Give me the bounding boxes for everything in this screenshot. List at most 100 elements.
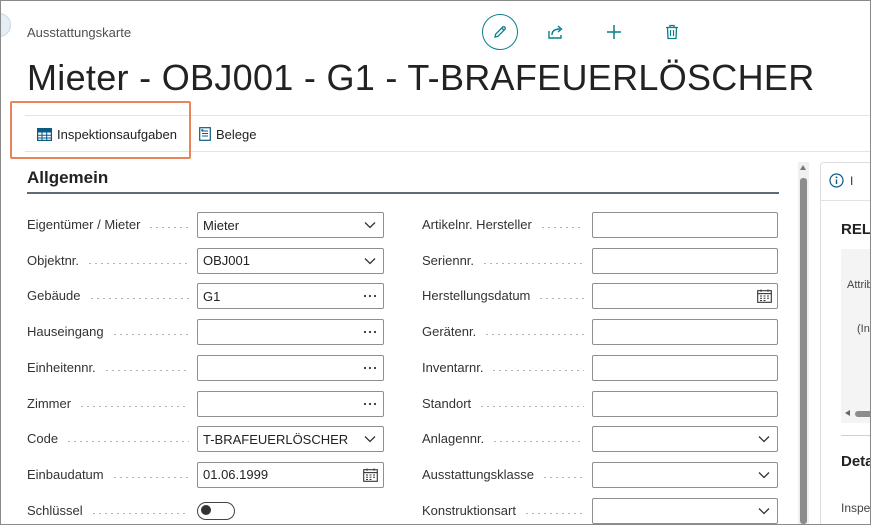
input-anlagennr[interactable] bbox=[592, 426, 778, 453]
trash-icon bbox=[666, 24, 678, 40]
factbox-inspection-label: Inspe bbox=[841, 501, 871, 515]
input-hauseingang[interactable] bbox=[197, 319, 384, 346]
dropdown-button[interactable] bbox=[751, 427, 777, 451]
chevron-down-icon bbox=[364, 257, 376, 265]
inspektionsaufgaben-button[interactable]: Inspektionsaufgaben bbox=[37, 116, 177, 152]
field-row-eigentuemer-mieter: Eigentümer / Mieter Mieter bbox=[27, 212, 384, 238]
field-row-hauseingang: Hauseingang bbox=[27, 319, 384, 346]
field-label-eigentuemer-mieter: Eigentümer / Mieter bbox=[27, 217, 141, 232]
vertical-scrollbar[interactable] bbox=[798, 162, 809, 524]
inspektionsaufgaben-label: Inspektionsaufgaben bbox=[57, 126, 177, 142]
input-inventarnr[interactable] bbox=[592, 354, 778, 381]
field-label-gebaeude: Gebäude bbox=[27, 288, 81, 304]
lookup-ellipsis-icon bbox=[363, 402, 377, 405]
chevron-down-icon bbox=[364, 222, 376, 229]
chevron-down-icon bbox=[364, 436, 376, 443]
field-label-herstellungsdatum: Herstellungsdatum bbox=[422, 288, 531, 304]
lookup-button[interactable] bbox=[357, 356, 383, 380]
input-code[interactable]: T-BRAFEUERLÖSCHER bbox=[197, 426, 384, 453]
field-label-objektnr: Objektnr. bbox=[27, 252, 80, 268]
field-label-inventarnr: Inventarnr. bbox=[422, 359, 484, 375]
input-herstellungsdatum[interactable] bbox=[592, 283, 778, 310]
factbox-tab-label: I bbox=[850, 173, 854, 188]
field-row-standort: Standort bbox=[422, 390, 778, 417]
scroll-left-icon[interactable] bbox=[845, 410, 850, 416]
chevron-down-icon bbox=[758, 436, 770, 443]
field-label-geraetenr: Gerätenr. bbox=[422, 324, 477, 340]
leader-dots bbox=[542, 476, 584, 478]
leader-dots bbox=[484, 334, 584, 336]
edit-button[interactable] bbox=[482, 14, 518, 50]
field-label-einheitennr: Einheitennr. bbox=[27, 359, 96, 375]
table-grid-icon bbox=[37, 127, 52, 141]
scroll-up-icon[interactable] bbox=[800, 165, 806, 170]
dropdown-button[interactable] bbox=[751, 499, 777, 523]
field-row-inventarnr: Inventarnr. bbox=[422, 354, 778, 381]
leader-dots bbox=[104, 369, 189, 371]
field-label-hauseingang: Hauseingang bbox=[27, 324, 104, 340]
input-seriennr[interactable] bbox=[592, 247, 778, 274]
plus-icon bbox=[607, 25, 621, 39]
dropdown-button[interactable] bbox=[357, 249, 383, 273]
leader-dots bbox=[79, 405, 189, 407]
date-picker-button[interactable] bbox=[751, 284, 777, 308]
lookup-ellipsis-icon bbox=[363, 295, 377, 298]
input-artikelnr-hersteller[interactable] bbox=[592, 212, 778, 238]
input-einheitennr[interactable] bbox=[197, 354, 384, 381]
input-value-objektnr: OBJ001 bbox=[203, 253, 250, 269]
leader-dots bbox=[492, 441, 584, 443]
new-button[interactable] bbox=[596, 14, 632, 50]
factbox-scrollbar-thumb[interactable] bbox=[855, 411, 870, 417]
leader-dots bbox=[538, 298, 584, 300]
input-value-gebaeude: G1 bbox=[203, 288, 221, 304]
input-gebaeude[interactable]: G1 bbox=[197, 283, 384, 310]
dropdown-button[interactable] bbox=[357, 427, 383, 451]
dropdown-button[interactable] bbox=[357, 213, 383, 237]
input-geraetenr[interactable] bbox=[592, 319, 778, 346]
leader-dots bbox=[112, 476, 189, 478]
input-zimmer[interactable] bbox=[197, 390, 384, 417]
factbox-tab-divider bbox=[821, 200, 870, 201]
field-row-objektnr: Objektnr. OBJ001 bbox=[27, 247, 384, 274]
field-row-code: Code T-BRAFEUERLÖSCHER bbox=[27, 426, 384, 453]
field-label-konstruktionsart: Konstruktionsart bbox=[422, 502, 516, 518]
factbox-attribute-area: Attrib (In bbox=[841, 249, 870, 423]
field-label-artikelnr-hersteller: Artikelnr. Hersteller bbox=[422, 217, 532, 232]
lookup-button[interactable] bbox=[357, 284, 383, 308]
back-button[interactable] bbox=[1, 13, 11, 37]
field-label-code: Code bbox=[27, 431, 59, 447]
leader-dots bbox=[66, 441, 189, 443]
leader-dots bbox=[491, 369, 584, 371]
calendar-icon bbox=[362, 468, 378, 482]
info-icon bbox=[829, 173, 844, 188]
section-divider bbox=[27, 192, 779, 194]
toggle-schluessel[interactable] bbox=[197, 501, 235, 520]
share-button[interactable] bbox=[538, 14, 574, 50]
input-value-eigentuemer-mieter: Mieter bbox=[203, 217, 240, 233]
date-picker-button[interactable] bbox=[357, 463, 383, 487]
input-ausstattungsklasse[interactable] bbox=[592, 461, 778, 488]
leader-dots bbox=[87, 262, 189, 264]
field-row-herstellungsdatum: Herstellungsdatum bbox=[422, 283, 778, 310]
field-row-zimmer: Zimmer bbox=[27, 390, 384, 417]
input-objektnr[interactable]: OBJ001 bbox=[197, 247, 384, 274]
input-standort[interactable] bbox=[592, 390, 778, 417]
document-icon bbox=[199, 127, 211, 141]
factbox-horizontal-scrollbar[interactable] bbox=[841, 409, 870, 419]
section-title[interactable]: Allgemein bbox=[27, 168, 108, 188]
factbox-title-details[interactable]: Deta bbox=[841, 453, 870, 470]
input-eigentuemer-mieter[interactable]: Mieter bbox=[197, 212, 384, 238]
dropdown-button[interactable] bbox=[751, 463, 777, 487]
scrollbar-thumb[interactable] bbox=[800, 178, 807, 524]
input-einbaudatum[interactable]: 01.06.1999 bbox=[197, 461, 384, 488]
lookup-button[interactable] bbox=[357, 392, 383, 416]
delete-button[interactable] bbox=[654, 14, 690, 50]
field-row-konstruktionsart: Konstruktionsart bbox=[422, 497, 778, 524]
action-bar: Inspektionsaufgaben Belege bbox=[25, 115, 870, 152]
factbox-title-relations[interactable]: RELi bbox=[841, 221, 870, 238]
field-row-einheitennr: Einheitennr. bbox=[27, 354, 384, 381]
lookup-button[interactable] bbox=[357, 320, 383, 344]
belege-button[interactable]: Belege bbox=[199, 116, 256, 152]
factbox-tab-info[interactable]: I bbox=[829, 173, 853, 188]
input-konstruktionsart[interactable] bbox=[592, 497, 778, 524]
